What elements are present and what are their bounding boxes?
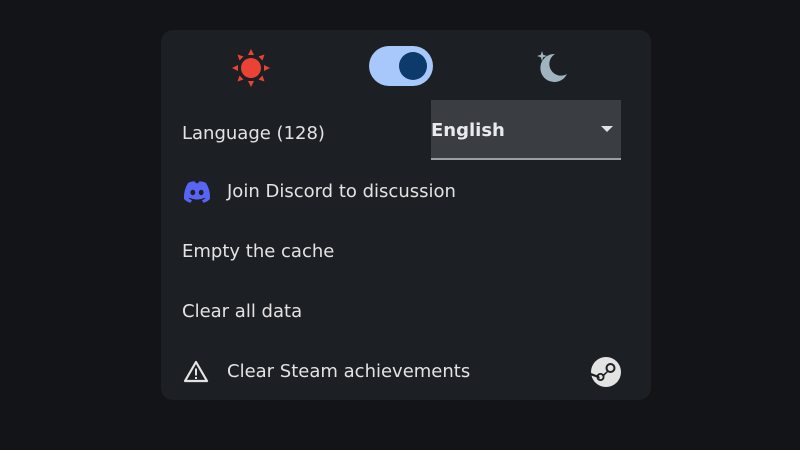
language-selected-value: English [431, 120, 505, 141]
warning-icon [183, 360, 209, 383]
sun-icon [232, 49, 270, 87]
settings-panel: Language (128) English Join Discord to d… [161, 30, 651, 400]
join-discord-label: Join Discord to discussion [227, 181, 456, 202]
steam-icon [591, 357, 621, 387]
clear-all-data-label: Clear all data [182, 301, 303, 322]
join-discord-item[interactable]: Join Discord to discussion [161, 170, 651, 214]
language-row: Language (128) English [161, 100, 651, 160]
clear-all-data-item[interactable]: Clear all data [161, 290, 651, 334]
dropdown-arrow-icon [601, 126, 613, 132]
empty-cache-label: Empty the cache [182, 241, 335, 262]
theme-switch-row [161, 30, 651, 100]
toggle-knob [399, 52, 427, 80]
empty-cache-item[interactable]: Empty the cache [161, 230, 651, 274]
language-label: Language (128) [182, 123, 325, 144]
language-select[interactable]: English [431, 100, 621, 160]
clear-steam-achievements-item[interactable]: Clear Steam achievements [161, 350, 651, 394]
clear-steam-achievements-label: Clear Steam achievements [227, 361, 471, 382]
theme-toggle[interactable] [369, 46, 433, 86]
discord-icon [183, 181, 211, 203]
moon-icon [537, 51, 567, 82]
